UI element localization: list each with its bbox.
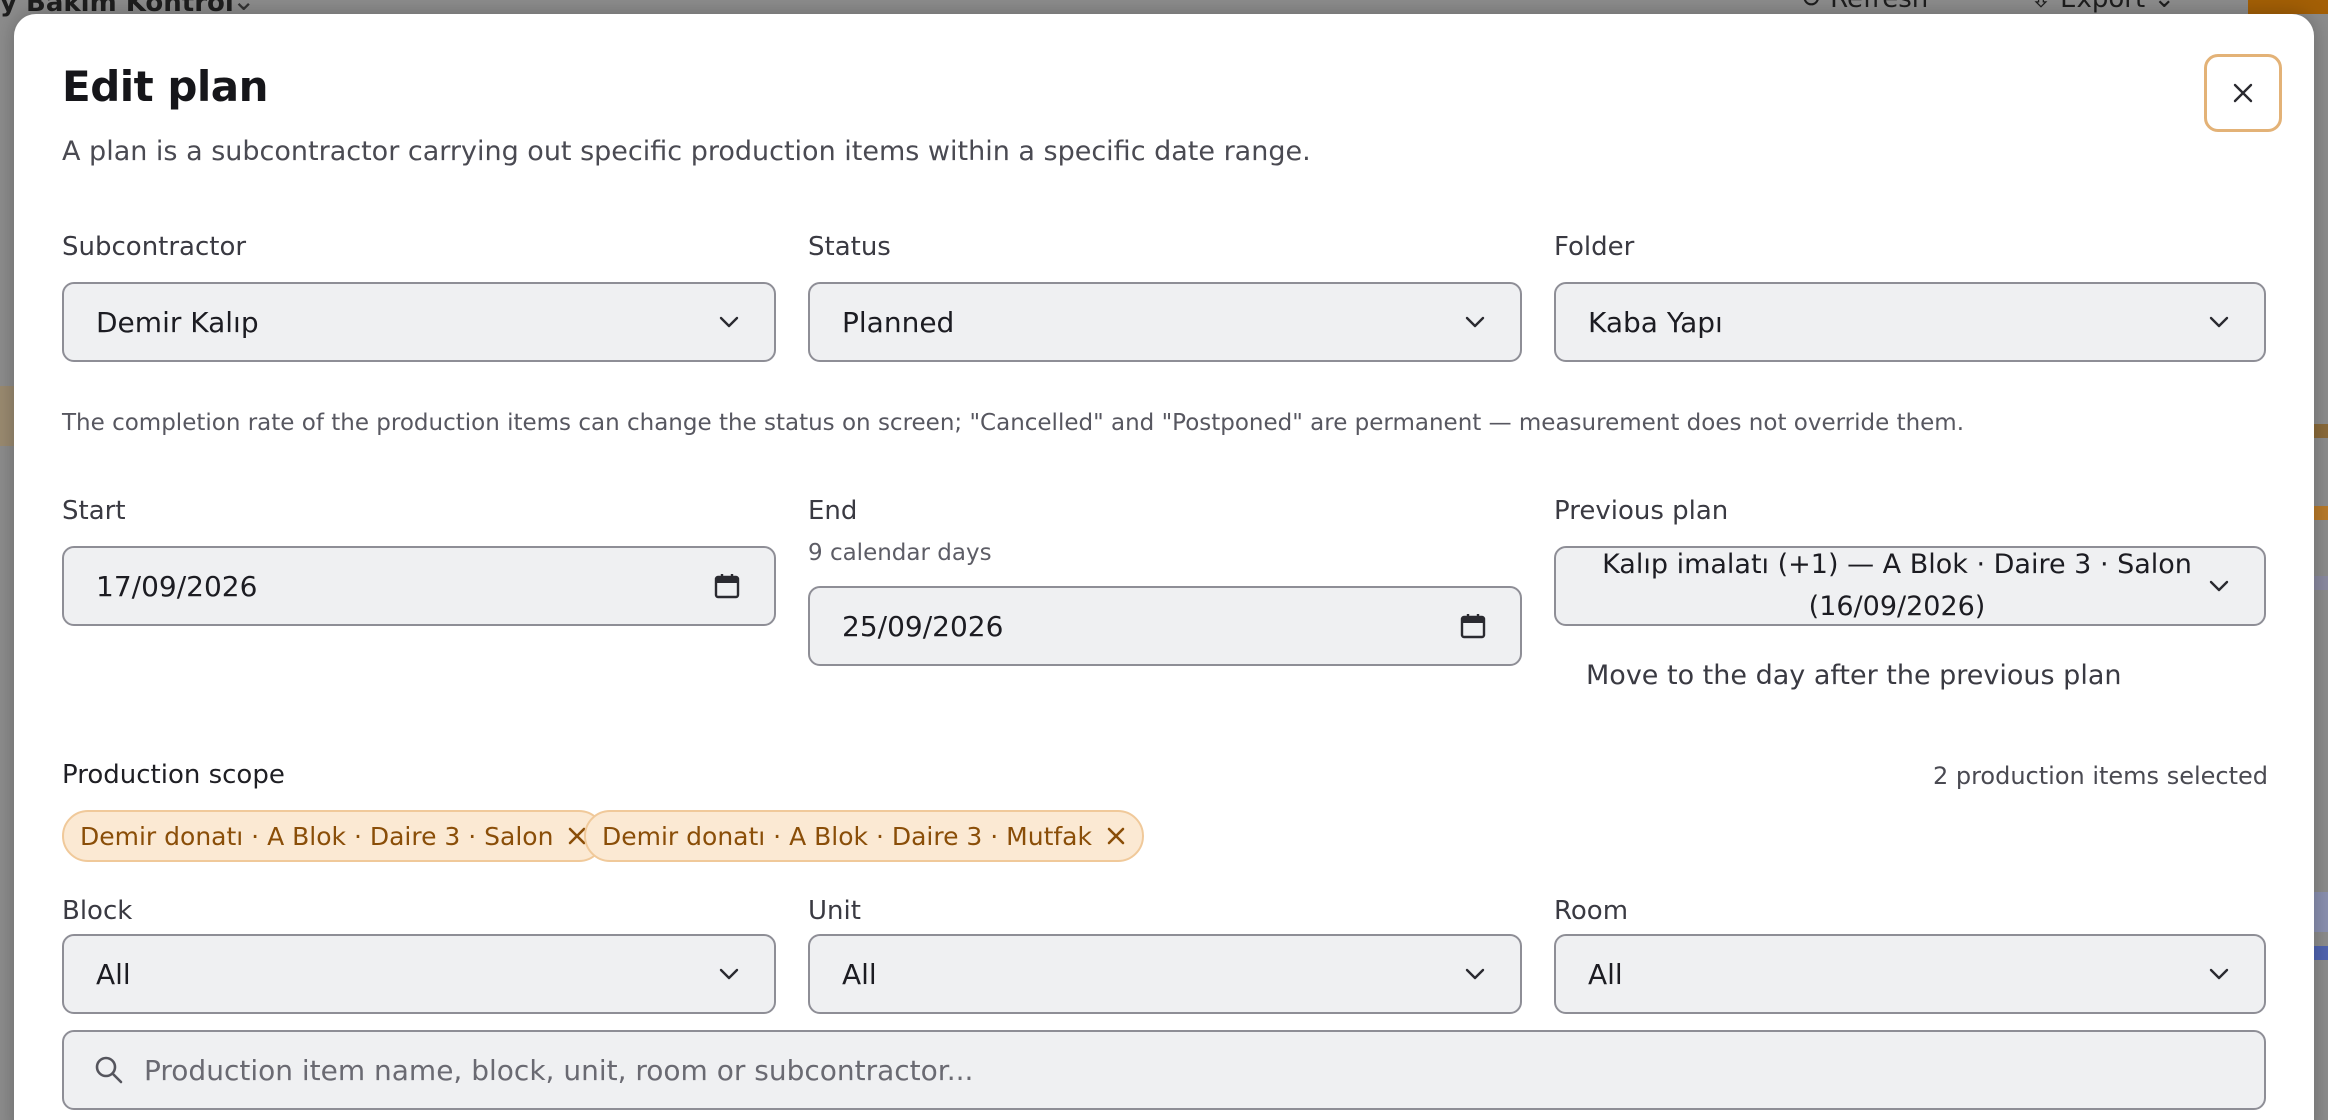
background-refresh-button: ↻ Refresh bbox=[1800, 0, 1928, 14]
search-icon bbox=[95, 1056, 123, 1084]
background-bar bbox=[2314, 506, 2328, 520]
chevron-down-icon bbox=[2206, 309, 2232, 335]
chevron-down-icon bbox=[2206, 961, 2232, 987]
unit-filter-select[interactable]: All bbox=[808, 934, 1522, 1014]
end-date-value: 25/09/2026 bbox=[842, 609, 1004, 643]
status-select[interactable]: Planned bbox=[808, 282, 1522, 362]
end-label: End bbox=[808, 496, 858, 526]
block-filter-select[interactable]: All bbox=[62, 934, 776, 1014]
folder-label: Folder bbox=[1554, 232, 1635, 262]
background-bar bbox=[2314, 892, 2328, 932]
folder-value: Kaba Yapı bbox=[1588, 305, 1723, 339]
status-hint: The completion rate of the production it… bbox=[62, 410, 1965, 436]
calendar-icon[interactable] bbox=[1458, 611, 1488, 641]
chevron-down-icon bbox=[716, 309, 742, 335]
remove-chip-icon[interactable] bbox=[1104, 824, 1128, 848]
room-filter-select[interactable]: All bbox=[1554, 934, 2266, 1014]
room-label: Room bbox=[1554, 896, 1629, 926]
block-label: Block bbox=[62, 896, 133, 926]
production-scope-label: Production scope bbox=[62, 760, 285, 790]
room-filter-value: All bbox=[1588, 957, 1623, 991]
start-date-input[interactable]: 17/09/2026 bbox=[62, 546, 776, 626]
end-duration-note: 9 calendar days bbox=[808, 540, 992, 566]
chevron-down-icon bbox=[1462, 309, 1488, 335]
start-date-value: 17/09/2026 bbox=[96, 569, 258, 603]
scope-chip: Demir donatı · A Blok · Daire 3 · Mutfak bbox=[584, 810, 1144, 862]
scope-chip: Demir donatı · A Blok · Daire 3 · Salon bbox=[62, 810, 606, 862]
background-right-panel bbox=[2314, 16, 2328, 1120]
search-input[interactable] bbox=[144, 1053, 2234, 1087]
scope-chip-label: Demir donatı · A Blok · Daire 3 · Mutfak bbox=[602, 821, 1092, 851]
background-sidebar bbox=[0, 16, 14, 1120]
subcontractor-value: Demir Kalıp bbox=[96, 305, 259, 339]
close-button[interactable] bbox=[2204, 54, 2282, 132]
background-bar bbox=[2314, 576, 2328, 590]
chevron-down-icon bbox=[1462, 961, 1488, 987]
previous-plan-select[interactable]: Kalıp imalatı (+1) — A Blok · Daire 3 · … bbox=[1554, 546, 2266, 626]
background-export-button: ⇩ Export ⌄ bbox=[2030, 0, 2175, 14]
status-label: Status bbox=[808, 232, 891, 262]
background-bar bbox=[2314, 946, 2328, 960]
production-item-search bbox=[62, 1030, 2266, 1110]
chevron-down-icon bbox=[716, 961, 742, 987]
move-after-previous-plan-button[interactable]: Move to the day after the previous plan bbox=[1586, 660, 2121, 691]
status-value: Planned bbox=[842, 305, 955, 339]
block-filter-value: All bbox=[96, 957, 131, 991]
calendar-icon[interactable] bbox=[712, 571, 742, 601]
previous-plan-label: Previous plan bbox=[1554, 496, 1729, 526]
subcontractor-label: Subcontractor bbox=[62, 232, 247, 262]
scope-chip-label: Demir donatı · A Blok · Daire 3 · Salon bbox=[80, 821, 554, 851]
previous-plan-value: Kalıp imalatı (+1) — A Blok · Daire 3 · … bbox=[1602, 549, 2192, 622]
background-bar bbox=[2314, 424, 2328, 438]
chevron-down-icon bbox=[2206, 573, 2232, 599]
edit-plan-modal: Edit plan A plan is a subcontractor carr… bbox=[14, 14, 2314, 1120]
close-icon bbox=[2233, 83, 2253, 103]
modal-title: Edit plan bbox=[62, 62, 269, 111]
modal-description: A plan is a subcontractor carrying out s… bbox=[62, 136, 1311, 167]
selected-count: 2 production items selected bbox=[1932, 762, 2268, 790]
start-label: Start bbox=[62, 496, 126, 526]
background-accent-block bbox=[2248, 0, 2328, 14]
unit-filter-value: All bbox=[842, 957, 877, 991]
background-active-row bbox=[0, 386, 14, 446]
folder-select[interactable]: Kaba Yapı bbox=[1554, 282, 2266, 362]
end-date-input[interactable]: 25/09/2026 bbox=[808, 586, 1522, 666]
unit-label: Unit bbox=[808, 896, 861, 926]
subcontractor-select[interactable]: Demir Kalıp bbox=[62, 282, 776, 362]
